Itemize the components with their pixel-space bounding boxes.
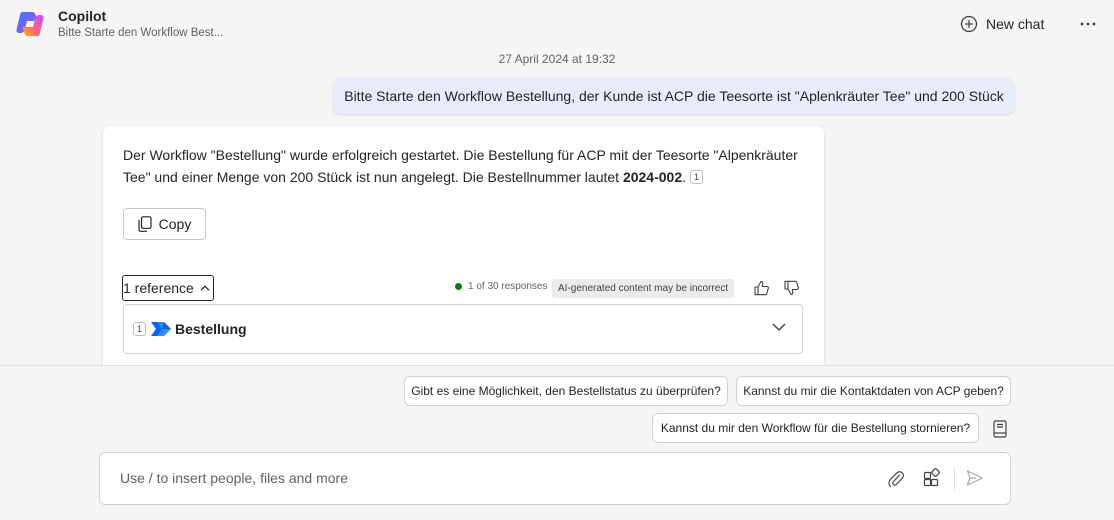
more-horizontal-icon [1080,22,1096,26]
copy-label: Copy [158,216,192,232]
bot-message-text: Der Workflow "Bestellung" wurde erfolgre… [123,144,813,188]
chat-subtitle: Bitte Starte den Workflow Best... [58,27,224,39]
send-icon[interactable] [965,468,985,488]
bottom-panel: Gibt es eine Möglichkeit, den Bestellsta… [0,365,1114,520]
chevron-down-icon [772,323,786,331]
user-message: Bitte Starte den Workflow Bestellung, de… [333,78,1015,114]
suggestion-chip-2[interactable]: Kannst du mir die Kontaktdaten von ACP g… [736,376,1011,406]
references-toggle[interactable]: 1 reference [122,275,214,301]
status-dot-icon [455,283,462,290]
app-header: Copilot Bitte Starte den Workflow Best..… [0,0,1114,48]
user-message-text: Bitte Starte den Workflow Bestellung, de… [344,88,1004,104]
new-chat-label: New chat [986,16,1045,32]
response-counter: 1 of 30 responses [455,281,548,292]
message-input[interactable] [120,466,860,490]
reference-item[interactable]: 1 Bestellung [123,304,803,354]
message-composer [99,452,1011,505]
attach-icon[interactable] [886,469,906,489]
citation-marker[interactable]: 1 [690,170,703,184]
app-title: Copilot [58,8,107,24]
copy-icon [138,216,152,232]
copy-button[interactable]: Copy [123,208,206,240]
bot-message-card: Der Workflow "Bestellung" wurde erfolgre… [103,126,824,386]
more-options-button[interactable] [1074,13,1102,35]
plugins-icon[interactable] [922,468,942,488]
chevron-up-icon [200,285,210,291]
ai-disclaimer-badge: AI-generated content may be incorrect [552,279,735,298]
reference-name: Bestellung [175,321,247,337]
new-chat-button[interactable]: New chat [960,13,1044,35]
bot-text-end: . [682,169,686,185]
reference-number: 1 [133,322,146,336]
composer-divider [954,468,955,490]
thumbs-down-icon[interactable] [783,279,801,297]
references-label: 1 reference [123,280,194,296]
thumbs-up-icon[interactable] [753,279,771,297]
power-automate-icon [151,322,171,336]
copilot-logo-icon [16,12,44,36]
message-timestamp: 27 April 2024 at 19:32 [498,52,616,66]
plus-circle-icon [960,15,978,33]
response-count: 1 of 30 responses [468,281,548,292]
suggestion-chip-3[interactable]: Kannst du mir den Workflow für die Beste… [652,413,979,443]
prompt-library-icon[interactable] [990,419,1010,439]
order-number: 2024-002 [622,169,683,185]
suggestion-chip-1[interactable]: Gibt es eine Möglichkeit, den Bestellsta… [404,376,728,406]
